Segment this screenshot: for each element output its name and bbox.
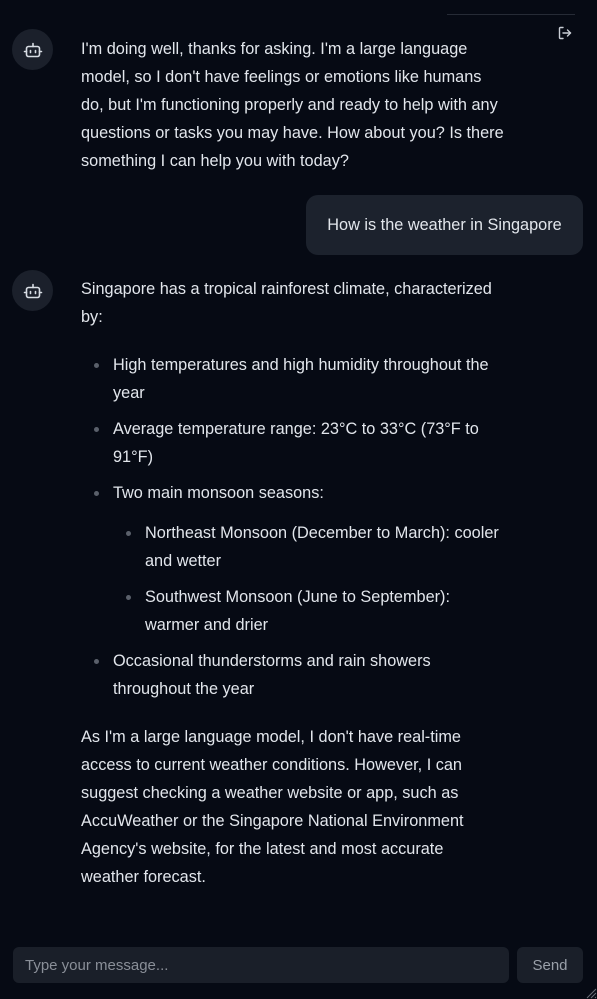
message-input[interactable]: [13, 947, 509, 983]
bot-message: I'm doing well, thanks for asking. I'm a…: [81, 40, 504, 170]
list-item: Average temperature range: 23°C to 33°C …: [81, 415, 505, 471]
list-item: Occasional thunderstorms and rain shower…: [81, 647, 505, 703]
bullet-list: High temperatures and high humidity thro…: [81, 351, 505, 703]
bot-avatar: [12, 270, 53, 311]
bot-avatar: [12, 29, 53, 70]
logout-button[interactable]: [555, 23, 575, 43]
logout-icon: [558, 26, 572, 40]
sub-list-item: Northeast Monsoon (December to March): c…: [113, 519, 505, 575]
list-item: Two main monsoon seasons: Northeast Mons…: [81, 479, 505, 639]
send-button[interactable]: Send: [517, 947, 583, 983]
bot-message: Singapore has a tropical rainforest clim…: [81, 275, 505, 891]
list-item: High temperatures and high humidity thro…: [81, 351, 505, 407]
sub-bullet-list: Northeast Monsoon (December to March): c…: [113, 519, 505, 639]
user-message: How is the weather in Singapore: [306, 195, 583, 255]
user-message-text: How is the weather in Singapore: [327, 215, 562, 234]
message-closing: As I'm a large language model, I don't h…: [81, 728, 464, 886]
message-intro: Singapore has a tropical rainforest clim…: [81, 280, 492, 326]
bot-icon: [23, 283, 42, 298]
header-divider: [447, 14, 575, 15]
chat-app: I'm doing well, thanks for asking. I'm a…: [0, 0, 597, 999]
bot-icon: [23, 42, 42, 57]
sub-list-item: Southwest Monsoon (June to September): w…: [113, 583, 505, 639]
resize-handle-icon[interactable]: [583, 985, 597, 999]
